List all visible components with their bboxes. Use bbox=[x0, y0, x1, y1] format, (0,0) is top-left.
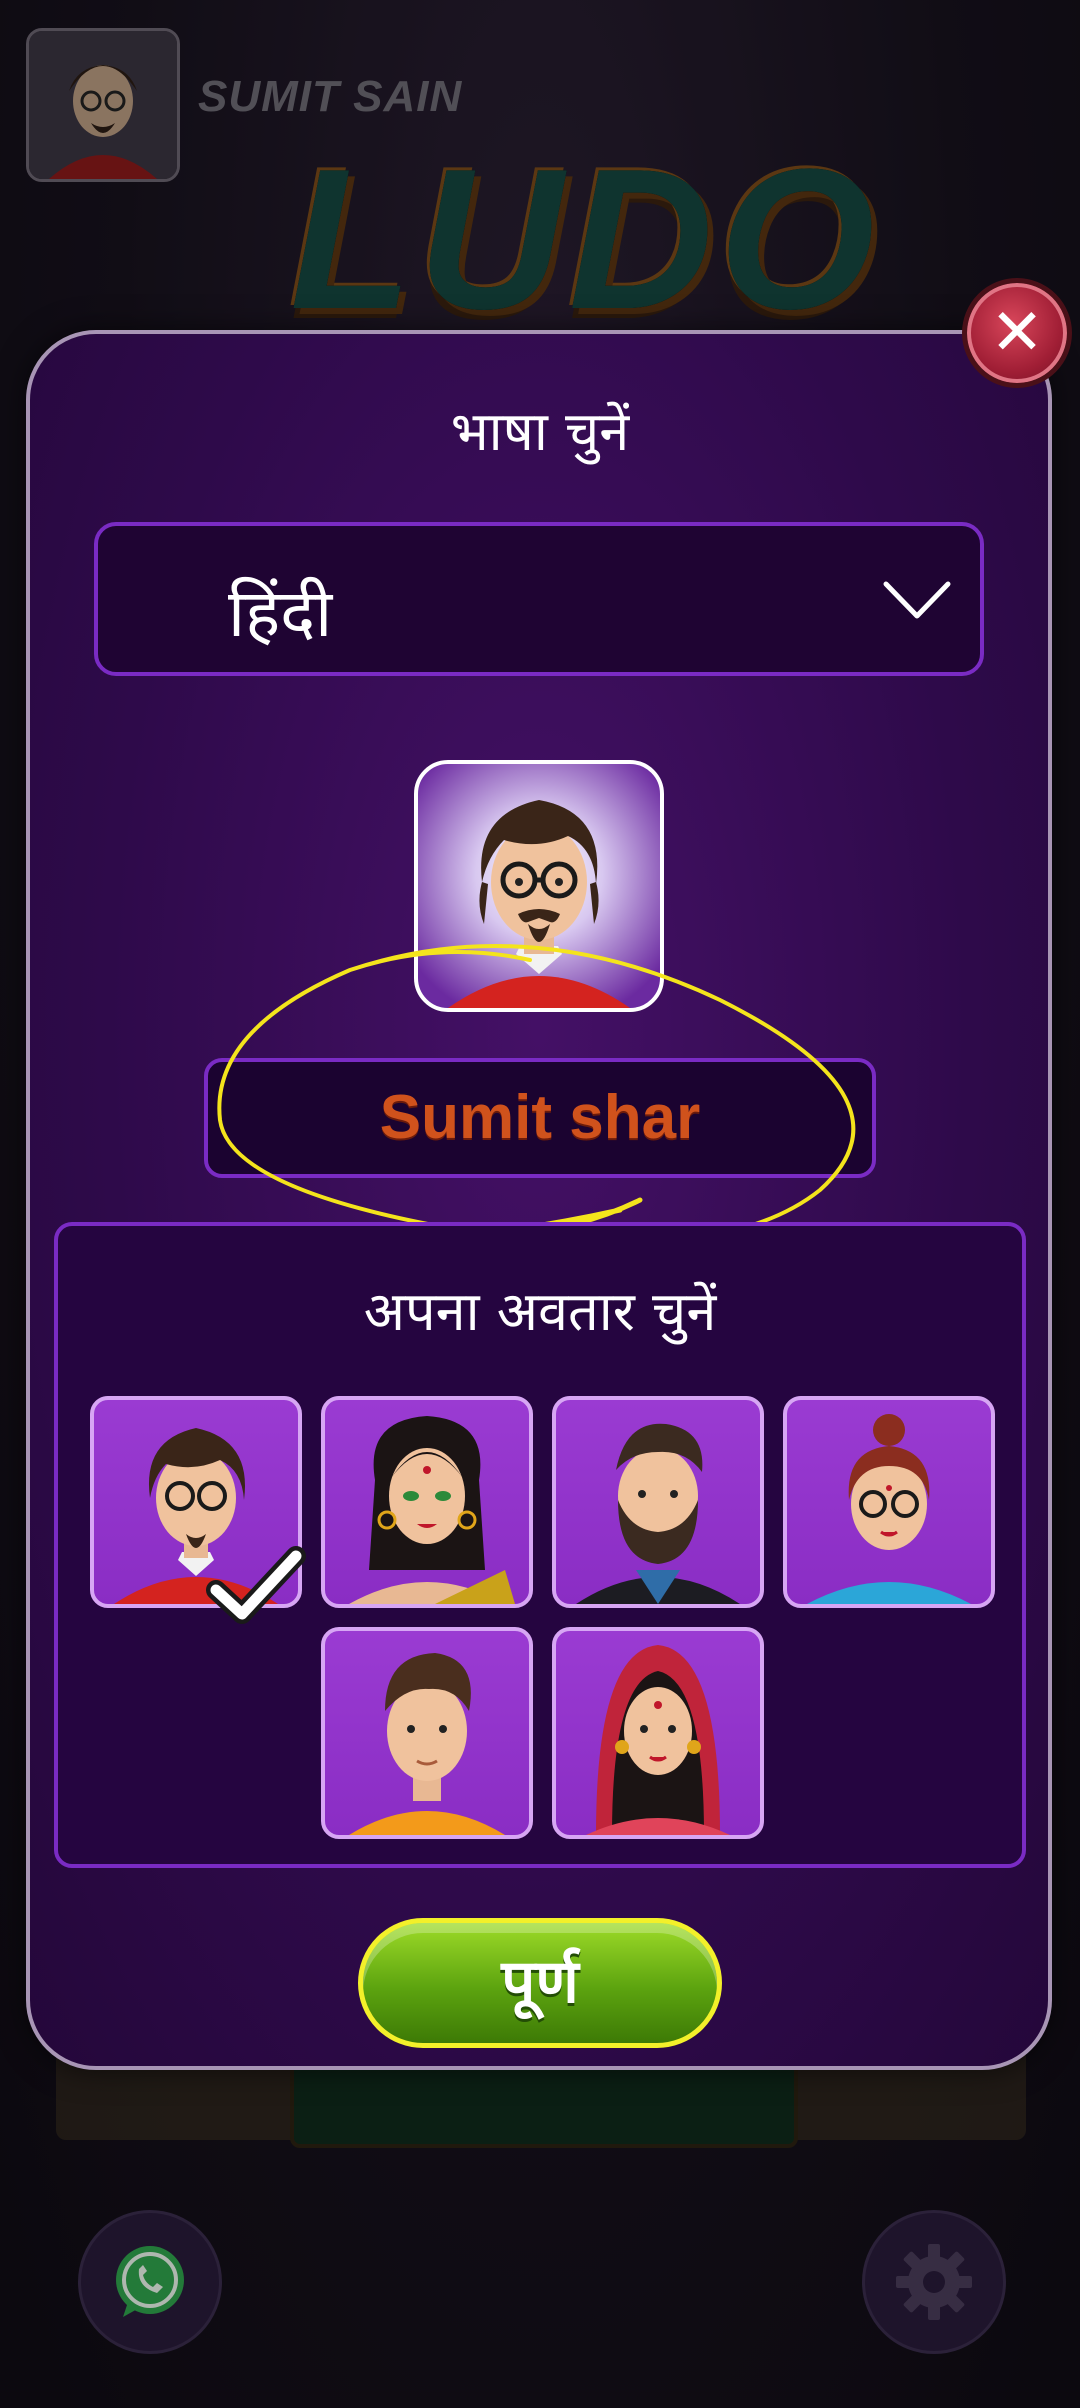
done-button[interactable]: पूर्ण bbox=[358, 1918, 722, 2048]
avatar-bride-image bbox=[586, 1645, 730, 1835]
avatar-option-bride[interactable] bbox=[552, 1627, 764, 1839]
language-selected-value: हिंदी bbox=[228, 575, 333, 652]
chevron-down-icon bbox=[883, 581, 951, 619]
close-button[interactable]: ✕ bbox=[962, 278, 1072, 388]
avatar-option-woman-bindi[interactable] bbox=[321, 1396, 533, 1608]
player-name-input[interactable]: Sumit shar bbox=[204, 1058, 876, 1178]
avatar-option-young-man[interactable] bbox=[321, 1627, 533, 1839]
avatar-section-title: अपना अवतार चुनें bbox=[363, 1280, 717, 1343]
current-avatar-image bbox=[448, 800, 630, 1008]
avatar-woman-bindi-image bbox=[349, 1416, 515, 1604]
language-title: भाषा चुनें bbox=[450, 400, 630, 463]
avatar-option-woman-glasses-bun[interactable] bbox=[783, 1396, 995, 1608]
language-dropdown[interactable]: हिंदी bbox=[94, 522, 984, 676]
avatar-woman-glasses-bun-image bbox=[807, 1414, 971, 1604]
current-avatar bbox=[414, 760, 664, 1012]
close-icon: ✕ bbox=[990, 296, 1044, 370]
avatar-option-man-full-beard[interactable] bbox=[552, 1396, 764, 1608]
avatar-young-man-image bbox=[349, 1653, 505, 1835]
avatar-man-full-beard-image bbox=[576, 1423, 740, 1604]
selected-check-icon bbox=[206, 1546, 306, 1624]
